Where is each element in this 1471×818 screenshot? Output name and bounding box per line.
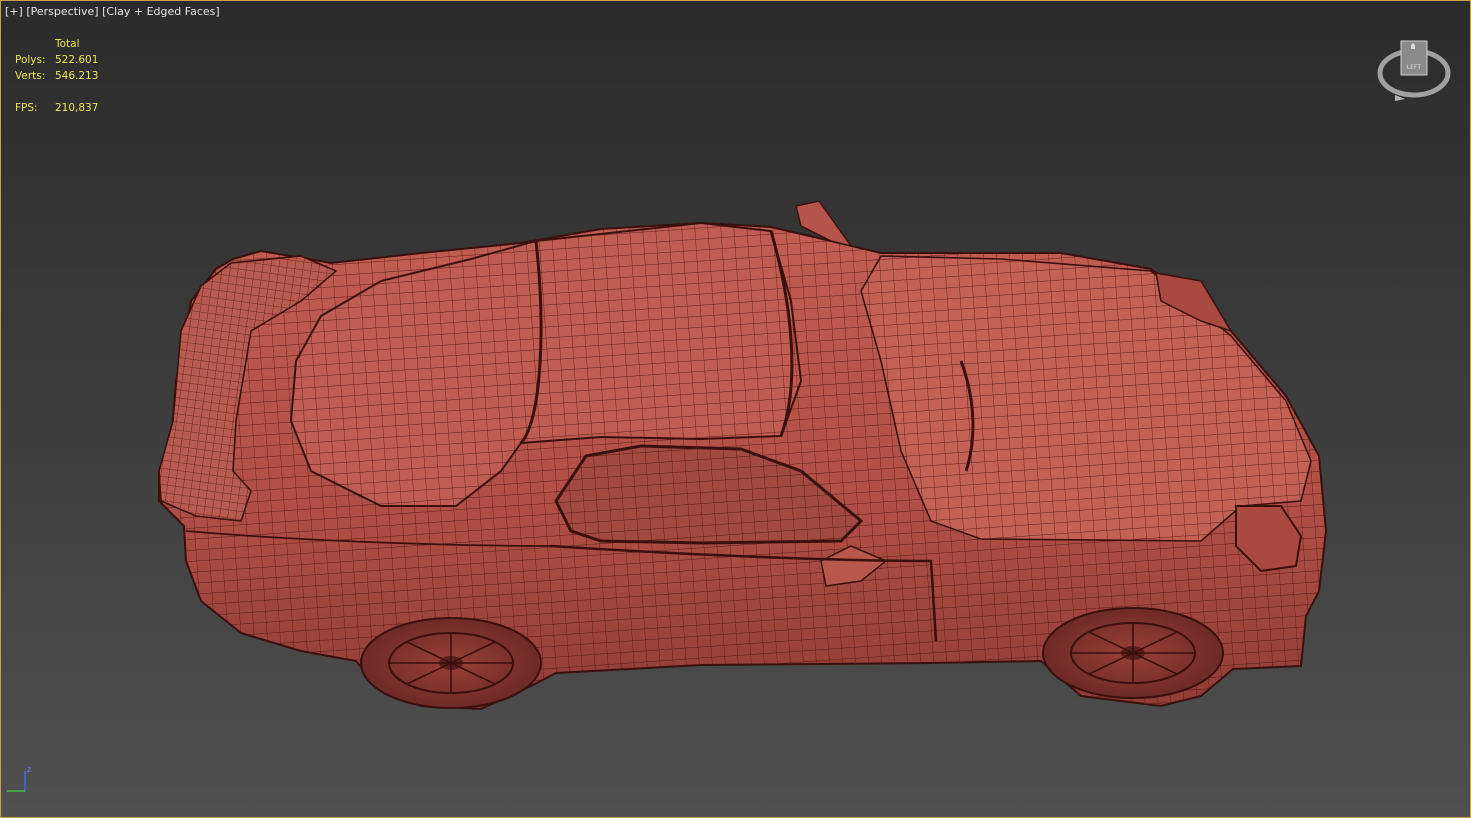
viewcube-widget[interactable]: LEFT: [1375, 35, 1453, 105]
perspective-viewport[interactable]: [+] [Perspective] [Clay + Edged Faces] T…: [0, 0, 1471, 818]
rear-wheel: [360, 617, 542, 709]
viewcube-face-label: LEFT: [1407, 64, 1421, 71]
z-axis-label: z: [27, 765, 31, 774]
axis-tripod: z: [7, 765, 31, 792]
front-wheel: [1042, 607, 1224, 699]
car-model-mesh[interactable]: [1, 1, 1470, 817]
